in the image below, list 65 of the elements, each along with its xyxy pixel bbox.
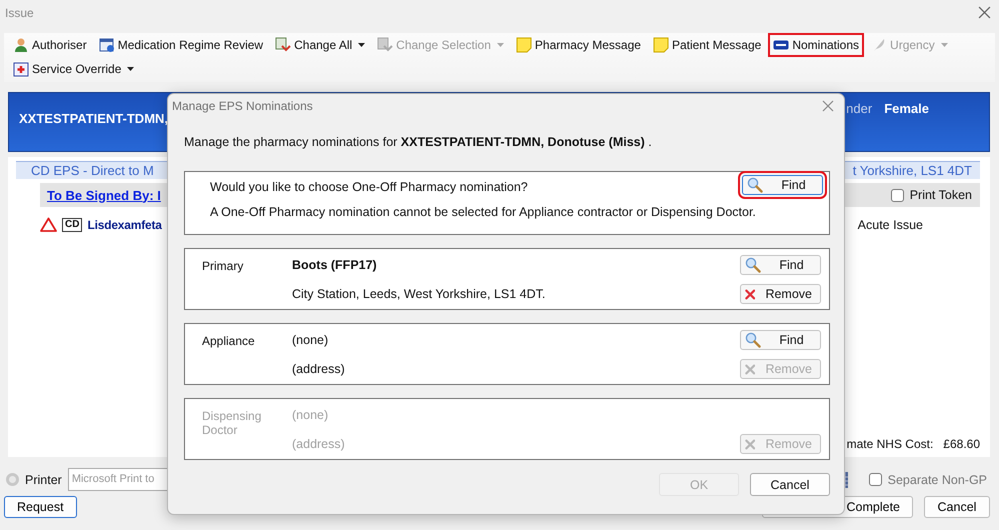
dialog-intro: Manage the pharmacy nominations for XXTESTPATIENT-TDMN, Donotuse (Miss) . <box>184 135 653 149</box>
gender-value: Female <box>884 101 929 116</box>
nomination-type: Primary <box>202 259 244 273</box>
checkbox[interactable] <box>890 188 904 202</box>
printer-label: Printer <box>25 472 62 486</box>
change-icon <box>275 37 292 53</box>
group-address: t Yorkshire, LS1 4DT <box>852 163 972 178</box>
checkbox-label: Print Token <box>910 188 972 202</box>
pharmacy-name: (none) <box>292 333 330 347</box>
dialog-title: Manage EPS Nominations <box>172 99 313 113</box>
remove-icon <box>745 286 756 302</box>
toolbar-button[interactable]: Medication Regime Review <box>94 32 268 58</box>
pharmacy-address: (address) <box>292 362 346 376</box>
toolbar-button[interactable]: Authoriser <box>8 32 92 58</box>
gender-label: nder <box>846 101 872 116</box>
remove-button[interactable]: Remove <box>740 284 821 304</box>
person-icon <box>13 37 29 53</box>
toolbar-button[interactable]: Service Override <box>8 56 140 82</box>
medical-box-icon <box>13 61 29 77</box>
caret-icon <box>358 43 366 47</box>
cost-label: mate NHS Cost: <box>846 437 934 451</box>
remove-icon <box>745 362 756 376</box>
pharmacy-name: Boots (FFP17) <box>292 258 378 272</box>
toolbar-button[interactable]: Pharmacy Message <box>510 32 646 58</box>
radio-button[interactable] <box>6 473 19 486</box>
find-button[interactable]: Find <box>740 255 821 275</box>
caret-icon <box>940 43 948 47</box>
search-icon <box>745 257 761 273</box>
checkbox[interactable] <box>868 473 882 486</box>
calendar-icon <box>98 37 115 53</box>
pharmacy-address: City Station, Leeds, West Yorkshire, LS1 4DT. <box>292 287 546 301</box>
cancel-button[interactable]: Cancel <box>924 496 990 518</box>
toolbar-button[interactable]: Nominations <box>768 33 864 57</box>
remove-icon <box>745 436 756 452</box>
pharmacy-address: (address) <box>292 437 346 451</box>
search-icon <box>745 332 761 348</box>
caret-icon <box>127 67 134 71</box>
one-off-note: A One-Off Pharmacy nomination cannot be selected for Appliance contractor or Dispensing Doctor. <box>210 205 756 219</box>
nomination-type: Dispensing Doctor <box>202 409 262 437</box>
drug-name: Lisdexamfeta <box>87 218 162 232</box>
patient-name: XXTESTPATIENT-TDMN, <box>19 111 168 128</box>
toolbar-button[interactable]: Change All <box>270 32 370 58</box>
cancel-button[interactable]: Cancel <box>750 473 830 496</box>
search-icon <box>747 177 763 193</box>
change-icon <box>377 37 394 53</box>
pharmacy-name: (none) <box>292 408 330 422</box>
request-button[interactable]: Request <box>4 496 77 518</box>
signed-by-link[interactable]: To Be Signed By: I <box>47 188 161 202</box>
group-title: CD EPS - Direct to M <box>31 163 154 178</box>
find-button[interactable]: Find <box>740 330 821 350</box>
eps-card-icon <box>773 40 790 50</box>
note-icon <box>652 37 669 53</box>
issue-type: Acute Issue <box>858 218 923 232</box>
toolbar-button[interactable]: Patient Message <box>648 32 766 58</box>
close-icon[interactable] <box>822 100 834 112</box>
window-title: Issue <box>5 6 34 20</box>
one-off-question: Would you like to choose One-Off Pharmacy nomination? <box>210 180 528 194</box>
checkbox-label: Separate Non-GP <box>888 472 987 486</box>
cost-value: £68.60 <box>943 437 980 451</box>
close-icon[interactable] <box>978 6 991 19</box>
note-icon <box>516 37 532 53</box>
warning-triangle-icon <box>40 217 57 232</box>
cd-badge: CD <box>62 218 82 232</box>
nomination-type: Appliance <box>202 334 256 348</box>
caret-icon <box>496 43 504 47</box>
